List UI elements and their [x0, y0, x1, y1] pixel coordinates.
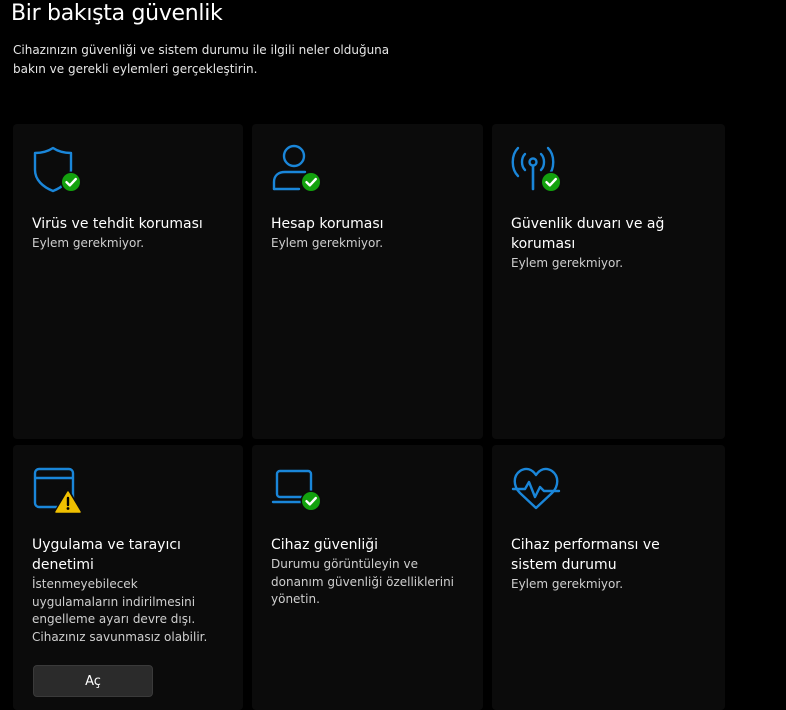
ok-check-icon — [300, 171, 322, 193]
heart-pulse-icon — [511, 465, 565, 515]
antenna-icon — [511, 144, 565, 194]
tile-status: Eylem gerekmiyor. — [511, 256, 624, 270]
tile-name: Hesap koruması — [271, 216, 384, 232]
tile-title: Virüs ve tehdit koruması Eylem gerekmiyo… — [32, 214, 227, 253]
tile-name: Cihaz güvenliği — [271, 537, 379, 553]
ok-check-icon — [60, 171, 82, 193]
tile-title: Hesap koruması Eylem gerekmiyor. — [271, 214, 466, 253]
tile-title: Güvenlik duvarı ve ağ koruması Eylem ger… — [511, 214, 706, 273]
page-description: Cihazınızın güvenliği ve sistem durumu i… — [13, 43, 390, 76]
windows-security-home: Bir bakışta güvenlik Cihazınızın güvenli… — [0, 0, 786, 710]
tile-name: Uygulama ve tarayıcı denetimi — [32, 537, 181, 573]
tile-device-security[interactable]: Cihaz güvenliği Durumu görüntüleyin ve d… — [252, 445, 483, 710]
person-icon — [271, 144, 325, 194]
laptop-icon — [271, 465, 325, 515]
shield-icon — [32, 144, 86, 194]
tile-name: Güvenlik duvarı ve ağ koruması — [511, 216, 665, 252]
tile-status: İstenmeyebilecek uygulamaların indirilme… — [32, 577, 208, 644]
turn-on-button[interactable]: Aç — [33, 665, 153, 697]
tile-name: Virüs ve tehdit koruması — [32, 216, 203, 232]
tile-status: Durumu görüntüleyin ve donanım güvenliği… — [271, 557, 455, 606]
browser-window-icon — [32, 465, 86, 515]
tile-status: Eylem gerekmiyor. — [32, 236, 145, 250]
tile-account-protection[interactable]: Hesap koruması Eylem gerekmiyor. — [252, 124, 483, 439]
tile-status: Eylem gerekmiyor. — [511, 577, 624, 591]
ok-check-icon — [300, 490, 322, 512]
ok-check-icon — [540, 171, 562, 193]
tile-device-performance-health[interactable]: Cihaz performansı ve sistem durumu Eylem… — [492, 445, 725, 710]
tile-status: Eylem gerekmiyor. — [271, 236, 384, 250]
tile-title: Uygulama ve tarayıcı denetimi İstenmeyeb… — [32, 535, 227, 646]
tile-name: Cihaz performansı ve sistem durumu — [511, 537, 660, 573]
tile-title: Cihaz güvenliği Durumu görüntüleyin ve d… — [271, 535, 466, 609]
tile-firewall-network-protection[interactable]: Güvenlik duvarı ve ağ koruması Eylem ger… — [492, 124, 725, 439]
tile-virus-threat-protection[interactable]: Virüs ve tehdit koruması Eylem gerekmiyo… — [13, 124, 243, 439]
warning-icon — [53, 488, 83, 515]
page-title: Bir bakışta güvenlik — [11, 1, 223, 26]
tile-title: Cihaz performansı ve sistem durumu Eylem… — [511, 535, 706, 594]
